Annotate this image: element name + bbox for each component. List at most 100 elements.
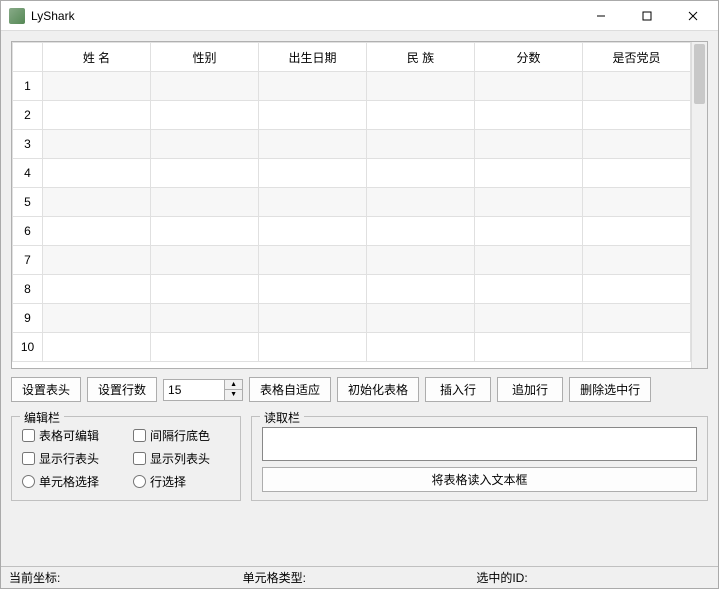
table-cell[interactable] — [583, 333, 691, 362]
row-header[interactable]: 6 — [13, 217, 43, 246]
insert-row-button[interactable]: 插入行 — [425, 377, 491, 402]
table-cell[interactable] — [43, 246, 151, 275]
row-header[interactable]: 4 — [13, 159, 43, 188]
table-cell[interactable] — [367, 72, 475, 101]
table-cell[interactable] — [583, 188, 691, 217]
row-header[interactable]: 2 — [13, 101, 43, 130]
col-header[interactable]: 性别 — [151, 43, 259, 72]
read-textbox[interactable] — [262, 427, 697, 461]
table-cell[interactable] — [259, 130, 367, 159]
table-cell[interactable] — [151, 72, 259, 101]
data-table[interactable]: 姓 名 性别 出生日期 民 族 分数 是否党员 12345678910 — [12, 42, 691, 362]
table-cell[interactable] — [583, 159, 691, 188]
table-row[interactable]: 6 — [13, 217, 691, 246]
col-header[interactable]: 分数 — [475, 43, 583, 72]
table-cell[interactable] — [583, 72, 691, 101]
table-cell[interactable] — [43, 333, 151, 362]
table-cell[interactable] — [43, 72, 151, 101]
table-row[interactable]: 3 — [13, 130, 691, 159]
table-cell[interactable] — [583, 275, 691, 304]
table-cell[interactable] — [367, 275, 475, 304]
table-cell[interactable] — [151, 130, 259, 159]
spin-up-button[interactable]: ▲ — [225, 380, 242, 391]
row-header[interactable]: 7 — [13, 246, 43, 275]
table-viewport[interactable]: 姓 名 性别 出生日期 民 族 分数 是否党员 12345678910 — [12, 42, 691, 368]
table-cell[interactable] — [475, 72, 583, 101]
read-table-button[interactable]: 将表格读入文本框 — [262, 467, 697, 492]
table-cell[interactable] — [259, 217, 367, 246]
col-header[interactable]: 民 族 — [367, 43, 475, 72]
table-cell[interactable] — [475, 130, 583, 159]
table-cell[interactable] — [43, 217, 151, 246]
table-row[interactable]: 7 — [13, 246, 691, 275]
append-row-button[interactable]: 追加行 — [497, 377, 563, 402]
table-cell[interactable] — [151, 188, 259, 217]
maximize-button[interactable] — [624, 1, 670, 31]
row-header[interactable]: 9 — [13, 304, 43, 333]
row-header[interactable]: 10 — [13, 333, 43, 362]
table-cell[interactable] — [151, 333, 259, 362]
table-cell[interactable] — [475, 159, 583, 188]
table-cell[interactable] — [475, 101, 583, 130]
table-cell[interactable] — [43, 304, 151, 333]
table-cell[interactable] — [259, 101, 367, 130]
minimize-button[interactable] — [578, 1, 624, 31]
table-cell[interactable] — [259, 275, 367, 304]
table-cell[interactable] — [151, 217, 259, 246]
table-cell[interactable] — [259, 72, 367, 101]
set-header-button[interactable]: 设置表头 — [11, 377, 81, 402]
table-cell[interactable] — [259, 304, 367, 333]
show-col-header-checkbox[interactable]: 显示列表头 — [133, 450, 230, 467]
table-cell[interactable] — [259, 159, 367, 188]
delete-selected-button[interactable]: 删除选中行 — [569, 377, 651, 402]
table-cell[interactable] — [367, 333, 475, 362]
table-cell[interactable] — [367, 304, 475, 333]
row-select-radio[interactable]: 行选择 — [133, 473, 230, 490]
table-cell[interactable] — [475, 246, 583, 275]
editable-checkbox[interactable]: 表格可编辑 — [22, 427, 119, 444]
table-cell[interactable] — [259, 188, 367, 217]
table-cell[interactable] — [367, 217, 475, 246]
table-cell[interactable] — [367, 130, 475, 159]
table-row[interactable]: 9 — [13, 304, 691, 333]
table-cell[interactable] — [583, 130, 691, 159]
table-row[interactable]: 4 — [13, 159, 691, 188]
table-cell[interactable] — [151, 101, 259, 130]
table-cell[interactable] — [475, 304, 583, 333]
row-header[interactable]: 8 — [13, 275, 43, 304]
table-cell[interactable] — [475, 275, 583, 304]
show-row-header-checkbox[interactable]: 显示行表头 — [22, 450, 119, 467]
table-cell[interactable] — [583, 217, 691, 246]
row-header[interactable]: 5 — [13, 188, 43, 217]
set-rows-button[interactable]: 设置行数 — [87, 377, 157, 402]
table-row[interactable]: 8 — [13, 275, 691, 304]
table-cell[interactable] — [259, 246, 367, 275]
table-row[interactable]: 10 — [13, 333, 691, 362]
close-button[interactable] — [670, 1, 716, 31]
col-header[interactable]: 姓 名 — [43, 43, 151, 72]
table-cell[interactable] — [583, 246, 691, 275]
cell-select-radio[interactable]: 单元格选择 — [22, 473, 119, 490]
table-cell[interactable] — [43, 188, 151, 217]
table-cell[interactable] — [367, 246, 475, 275]
init-table-button[interactable]: 初始化表格 — [337, 377, 419, 402]
table-cell[interactable] — [475, 333, 583, 362]
row-header[interactable]: 3 — [13, 130, 43, 159]
auto-fit-button[interactable]: 表格自适应 — [249, 377, 331, 402]
table-row[interactable]: 5 — [13, 188, 691, 217]
table-cell[interactable] — [583, 101, 691, 130]
table-cell[interactable] — [43, 275, 151, 304]
scrollbar-thumb[interactable] — [694, 44, 705, 104]
table-cell[interactable] — [43, 130, 151, 159]
spin-down-button[interactable]: ▼ — [225, 390, 242, 400]
table-cell[interactable] — [583, 304, 691, 333]
table-cell[interactable] — [151, 304, 259, 333]
table-cell[interactable] — [151, 159, 259, 188]
table-cell[interactable] — [43, 101, 151, 130]
table-cell[interactable] — [259, 333, 367, 362]
row-header[interactable]: 1 — [13, 72, 43, 101]
col-header[interactable]: 是否党员 — [583, 43, 691, 72]
table-cell[interactable] — [475, 217, 583, 246]
table-cell[interactable] — [367, 101, 475, 130]
table-cell[interactable] — [475, 188, 583, 217]
